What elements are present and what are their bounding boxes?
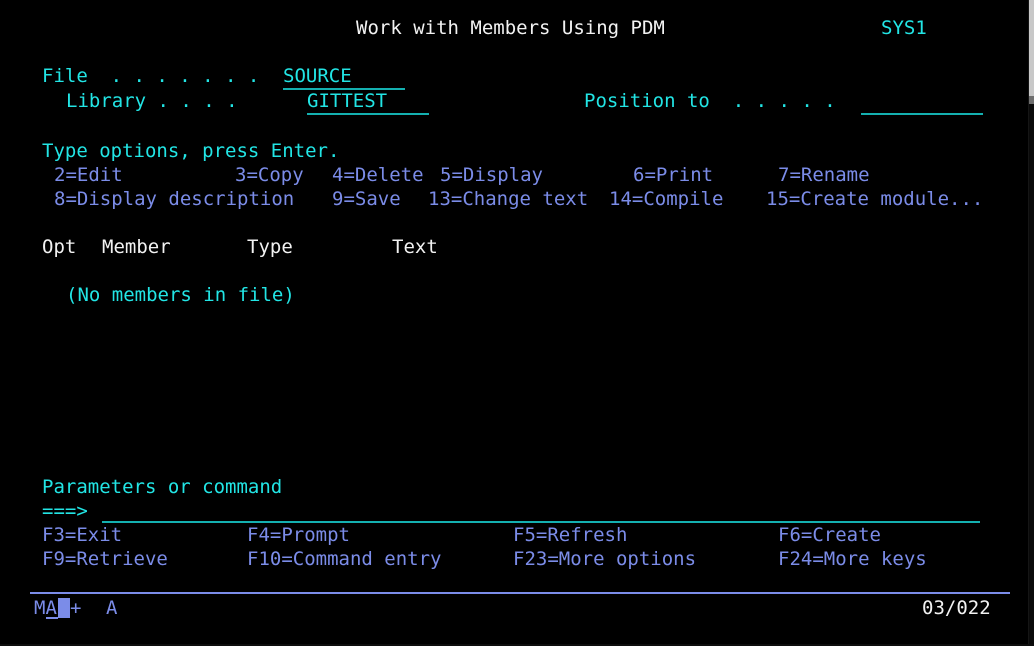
position-to-label: Position to . . . . .: [584, 90, 836, 112]
file-input[interactable]: SOURCE: [283, 64, 352, 88]
option-6-print: 6=Print: [633, 164, 714, 186]
function-key-f4[interactable]: F4=Prompt: [247, 523, 350, 547]
option-7-rename: 7=Rename: [778, 164, 870, 186]
empty-list-message: (No members in file): [66, 284, 295, 306]
option-4-delete: 4=Delete: [332, 164, 424, 186]
status-cursor-block: [58, 598, 70, 618]
scrollbar-thumb-shadow: [1029, 96, 1034, 104]
function-key-f3[interactable]: F3=Exit: [42, 523, 122, 547]
status-mode-underline: [46, 617, 58, 619]
options-prompt: Type options, press Enter.: [42, 140, 340, 162]
command-label: Parameters or command: [42, 476, 283, 498]
function-key-f5[interactable]: F5=Refresh: [513, 523, 627, 547]
status-insert-indicator: +: [70, 597, 82, 619]
terminal-screen: Work with Members Using PDM SYS1 File . …: [0, 0, 1034, 646]
function-key-f23[interactable]: F23=More options: [513, 547, 696, 571]
system-name: SYS1: [881, 17, 927, 39]
position-to-input-underline: [861, 113, 983, 115]
column-header-opt: Opt: [42, 236, 77, 258]
library-input[interactable]: GITTEST: [307, 89, 387, 113]
function-key-f24[interactable]: F24=More keys: [778, 547, 927, 571]
option-15-create-module: 15=Create module...: [766, 188, 984, 210]
option-3-copy: 3=Copy: [235, 164, 304, 186]
status-bar-separator: [30, 592, 1010, 594]
function-key-f9[interactable]: F9=Retrieve: [42, 547, 168, 571]
column-header-text: Text: [392, 236, 438, 258]
option-14-compile: 14=Compile: [609, 188, 724, 210]
column-header-type: Type: [247, 236, 293, 258]
library-label: Library . . . .: [66, 90, 238, 112]
status-keyboard-indicator: A: [106, 597, 118, 619]
page-title: Work with Members Using PDM: [356, 17, 665, 39]
scrollbar-thumb[interactable]: [1029, 0, 1034, 96]
library-input-underline: [307, 113, 429, 115]
option-9-save: 9=Save: [332, 188, 401, 210]
option-5-display: 5=Display: [440, 164, 543, 186]
function-key-f6[interactable]: F6=Create: [778, 523, 881, 547]
function-key-f10[interactable]: F10=Command entry: [247, 547, 441, 571]
command-prompt: ===>: [42, 500, 88, 522]
scrollbar-track[interactable]: [1028, 0, 1034, 646]
option-13-change-text: 13=Change text: [428, 188, 589, 210]
file-label: File . . . . . . .: [42, 65, 260, 87]
column-header-member: Member: [102, 236, 171, 258]
status-cursor-position: 03/022: [922, 597, 991, 619]
option-8-display-description: 8=Display description: [54, 188, 295, 210]
option-2-edit: 2=Edit: [54, 164, 123, 186]
